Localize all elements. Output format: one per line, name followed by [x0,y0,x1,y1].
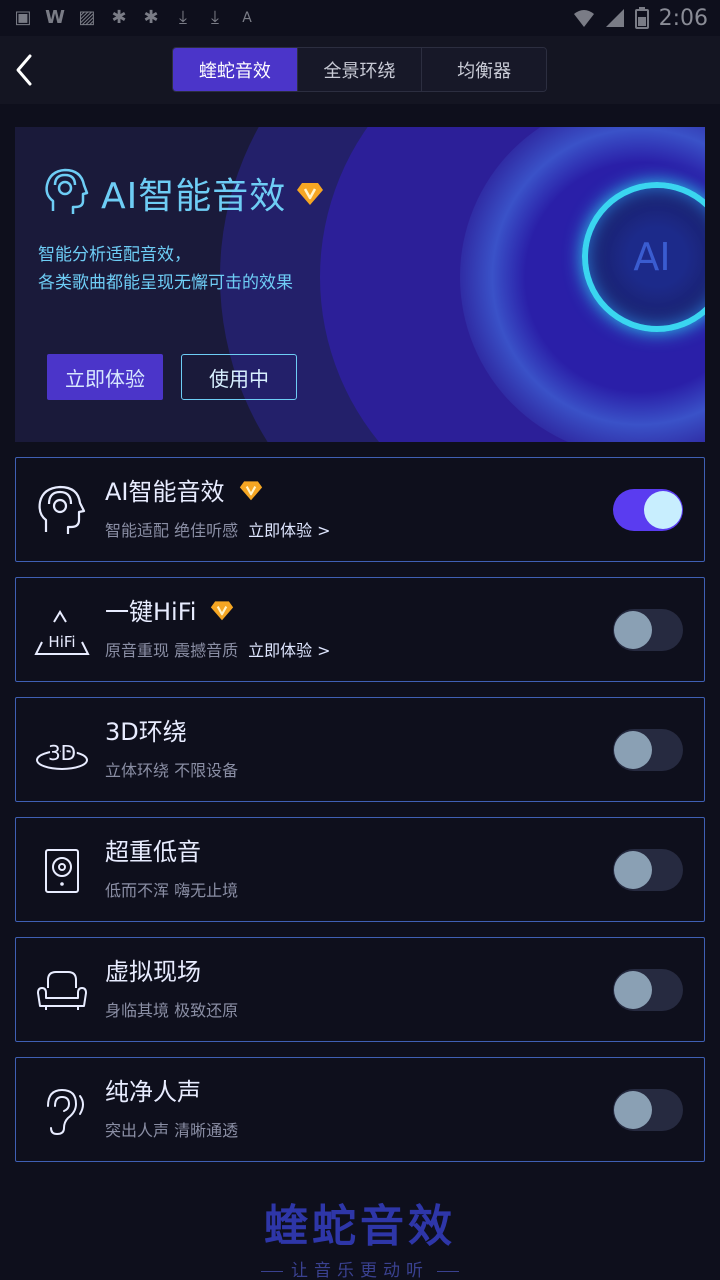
bass-toggle[interactable] [613,849,683,891]
item-subtitle: 身临其境 极致还原 [105,1001,239,1020]
in-use-button[interactable]: 使用中 [181,354,297,400]
tab-bar: 蝰蛇音效 全景环绕 均衡器 [172,47,547,92]
try-now-button[interactable]: 立即体验 [47,354,163,400]
footer-slogan-text: 让音乐更动听 [291,1261,429,1280]
ear-icon [47,1088,84,1136]
ai-effect-toggle[interactable] [613,489,683,531]
item-title-row: AI智能音效 [105,472,263,507]
item-subtitle-row: 低而不浑 嗨无止境 [105,877,238,901]
item-title: 纯净人声 [105,1078,201,1106]
signal-icon [605,9,624,27]
item-subtitle: 低而不浑 嗨无止境 [105,881,239,900]
footer-slogan: 让音乐更动听 [0,1256,720,1280]
ai-effect-banner: AI AI智能音效 智能分析适配音效， 各类歌曲都能呈现无懈可击的效果 立即体验… [15,127,705,442]
item-subtitle-row: 智能适配 绝佳听感 立即体验 > [105,517,331,541]
effect-item-bass[interactable]: 超重低音 低而不浑 嗨无止境 [15,817,705,922]
item-title: 超重低音 [105,838,201,866]
item-subtitle: 原音重现 震撼音质 [105,641,239,660]
toggle-knob [614,611,652,649]
effect-item-hifi[interactable]: HiFi 一键HiFi 原音重现 震撼音质 立即体验 > [15,577,705,682]
item-title-row: 纯净人声 [105,1072,201,1107]
sofa-icon [37,971,87,1010]
toggle-knob [614,971,652,1009]
toggle-knob [644,491,682,529]
download-icon: ⤓ [179,7,187,28]
item-subtitle-row: 立体环绕 不限设备 [105,757,238,781]
banner-title: AI智能音效 [101,176,287,217]
status-bar: ▣ W ▨ ✱ ✱ ⤓ ⤓ A 2:06 [0,0,720,36]
footer-logo-title: 蝰蛇音效 [264,1201,456,1252]
tab-equalizer[interactable]: 均衡器 [422,48,546,91]
status-time: 2:06 [658,5,708,31]
download-icon: ⤓ [211,7,219,28]
3d-surround-icon: 3D [36,739,88,770]
item-title-row: 虚拟现场 [105,952,201,987]
item-title-row: 一键HiFi [105,592,234,627]
hifi-toggle[interactable] [613,609,683,651]
item-subtitle: 立体环绕 不限设备 [105,761,239,780]
hifi-icon: HiFi [34,610,90,655]
banner-description: 智能分析适配音效， 各类歌曲都能呈现无懈可击的效果 [38,241,293,297]
item-subtitle-row: 突出人声 清晰通透 [105,1117,238,1141]
banner-heading: AI智能音效 [43,167,324,219]
toggle-knob [614,1091,652,1129]
item-title: AI智能音效 [105,478,225,506]
toggle-knob [614,731,652,769]
effect-item-vocal[interactable]: 纯净人声 突出人声 清晰通透 [15,1057,705,1162]
a-icon: A [242,10,252,26]
item-title-row: 超重低音 [105,832,201,867]
vip-gem-icon [211,600,234,620]
vip-gem-icon [297,183,324,205]
ai-head-icon [38,485,86,534]
effect-item-ai[interactable]: AI智能音效 智能适配 绝佳听感 立即体验 > [15,457,705,562]
virtual-live-toggle[interactable] [613,969,683,1011]
effect-item-live[interactable]: 虚拟现场 身临其境 极致还原 [15,937,705,1042]
item-subtitle-row: 原音重现 震撼音质 立即体验 > [105,637,331,661]
effect-item-3d[interactable]: 3D 3D环绕 立体环绕 不限设备 [15,697,705,802]
svg-text:HiFi: HiFi [48,633,75,651]
back-arrow-icon[interactable] [10,50,46,90]
tab-viper-effect[interactable]: 蝰蛇音效 [173,48,298,91]
item-title: 一键HiFi [105,598,197,626]
bug-icon: ✱ [111,7,127,28]
banner-desc-line: 智能分析适配音效， [38,245,191,265]
item-subtitle: 突出人声 清晰通透 [105,1121,239,1140]
ai-head-icon [45,168,89,214]
try-now-link[interactable]: 立即体验 > [248,517,331,541]
item-title-row: 3D环绕 [105,712,187,747]
wifi-icon [573,10,594,27]
toggle-knob [614,851,652,889]
item-subtitle: 智能适配 绝佳听感 [105,521,239,540]
header: 蝰蛇音效 全景环绕 均衡器 [0,36,720,104]
banner-desc-line: 各类歌曲都能呈现无懈可击的效果 [38,273,293,293]
item-title: 3D环绕 [105,718,187,746]
pure-vocal-toggle[interactable] [613,1089,683,1131]
vip-gem-icon [239,480,262,500]
bug-icon: ✱ [143,7,159,28]
w-icon: W [45,7,65,28]
svg-text:3D: 3D [48,741,76,765]
app-icon: ▣ [14,7,32,28]
ai-orb-label: AI [633,235,671,279]
battery-icon [634,7,649,29]
divider [437,1270,459,1272]
try-now-link[interactable]: 立即体验 > [248,637,331,661]
tab-panoramic-surround[interactable]: 全景环绕 [297,48,423,91]
image-icon: ▨ [78,7,96,28]
3d-surround-toggle[interactable] [613,729,683,771]
speaker-icon [45,849,79,893]
item-subtitle-row: 身临其境 极致还原 [105,997,238,1021]
item-title: 虚拟现场 [105,958,201,986]
divider [261,1270,283,1272]
